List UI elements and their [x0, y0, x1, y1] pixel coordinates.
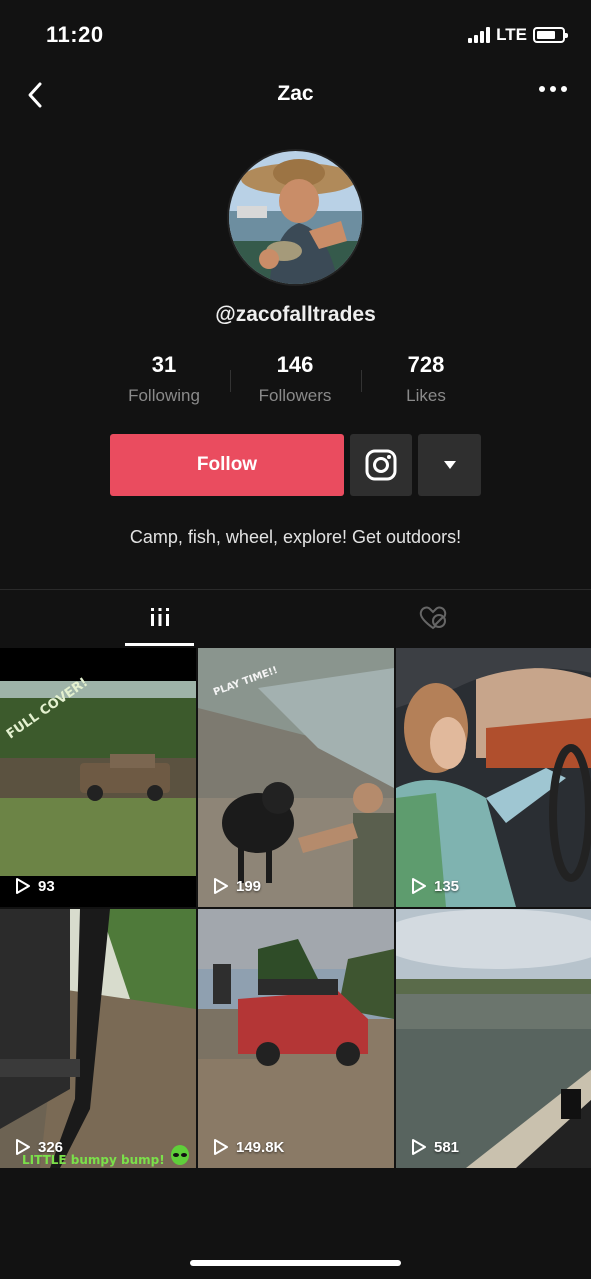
profile-tabs: [0, 590, 591, 646]
video-thumbnail[interactable]: 581: [396, 909, 591, 1168]
network-type: LTE: [496, 25, 527, 44]
stat-likes: 728 Likes: [361, 352, 491, 406]
play-icon: [412, 878, 426, 894]
view-count-value: 199: [236, 877, 262, 895]
view-count: 149.8K: [212, 1138, 284, 1156]
status-time: 11:20: [46, 22, 104, 47]
video-grid: FULL COVER! 93 PLAY TIME!! 199 135 LITTL…: [0, 648, 591, 1168]
status-bar: 11:20 LTE: [0, 0, 591, 70]
instagram-button[interactable]: [350, 434, 412, 496]
nav-bar: Zac: [0, 70, 591, 120]
avatar[interactable]: [227, 149, 364, 286]
stat-followers[interactable]: 146 Followers: [230, 352, 360, 406]
view-count-value: 149.8K: [236, 1138, 285, 1156]
play-icon: [16, 1139, 30, 1155]
caret-down-icon: [443, 461, 456, 469]
video-thumbnail[interactable]: 149.8K: [198, 909, 394, 1168]
view-count: 135: [410, 877, 459, 895]
battery-icon: [533, 27, 568, 43]
stat-label: Likes: [406, 386, 446, 405]
view-count-value: 326: [38, 1138, 64, 1156]
tab-liked[interactable]: [395, 590, 470, 646]
view-count-value: 93: [38, 877, 55, 895]
stat-value: 728: [407, 352, 445, 377]
play-icon: [16, 878, 30, 894]
home-indicator[interactable]: [190, 1260, 401, 1266]
alien-emoji-icon: [170, 1145, 190, 1168]
view-count: 93: [14, 877, 55, 895]
play-icon: [412, 1139, 426, 1155]
view-count-value: 581: [434, 1138, 460, 1156]
heart-hidden-icon: [419, 606, 446, 630]
status-indicators: LTE: [468, 25, 568, 45]
suggested-accounts-button[interactable]: [418, 434, 481, 496]
profile-handle: @zacofalltrades: [215, 303, 376, 326]
stat-label: Followers: [258, 386, 332, 405]
follow-button[interactable]: Follow: [110, 434, 344, 496]
stat-label: Following: [128, 386, 200, 405]
view-count: 326: [14, 1138, 63, 1156]
stat-following[interactable]: 31 Following: [99, 352, 229, 406]
view-count-value: 135: [434, 877, 460, 895]
video-thumbnail[interactable]: PLAY TIME!! 199: [198, 648, 394, 907]
instagram-icon: [365, 449, 397, 481]
page-title: Zac: [277, 82, 314, 105]
view-count: 199: [212, 877, 261, 895]
stat-value: 31: [151, 352, 177, 377]
play-icon: [214, 878, 228, 894]
ellipsis-icon[interactable]: [539, 86, 567, 92]
view-count: 581: [410, 1138, 459, 1156]
video-thumbnail[interactable]: FULL COVER! 93: [0, 648, 196, 907]
grid-icon: [150, 607, 169, 626]
stat-value: 146: [276, 352, 314, 377]
profile-bio: Camp, fish, wheel, explore! Get outdoors…: [129, 527, 462, 547]
signal-icon: [468, 27, 491, 43]
video-thumbnail[interactable]: 135: [396, 648, 591, 907]
tab-videos[interactable]: [125, 590, 194, 646]
play-icon: [214, 1139, 228, 1155]
video-thumbnail[interactable]: LITTLE bumpy bump! 326: [0, 909, 196, 1168]
